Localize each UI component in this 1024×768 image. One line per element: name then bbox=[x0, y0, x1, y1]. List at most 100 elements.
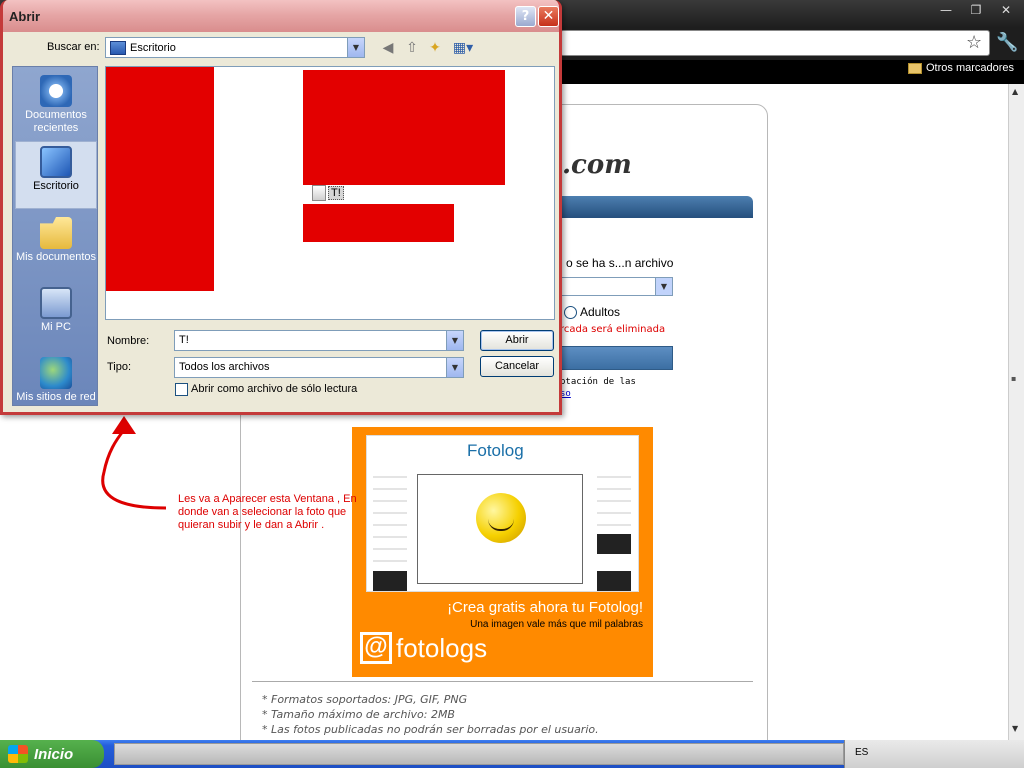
panel-header bbox=[560, 196, 753, 218]
other-bookmarks[interactable]: Otros marcadores bbox=[908, 62, 1014, 74]
up-folder-icon[interactable]: ⇧ bbox=[403, 39, 421, 57]
fotologs-logo: @ fotologs bbox=[360, 632, 487, 664]
place-label: Mi PC bbox=[41, 321, 71, 333]
place-desktop[interactable]: Escritorio bbox=[15, 141, 97, 209]
chevron-down-icon[interactable]: ▼ bbox=[347, 38, 364, 57]
new-folder-icon[interactable]: ✦ bbox=[426, 39, 444, 57]
scroll-down-icon[interactable]: ▼ bbox=[1012, 724, 1018, 733]
redacted-area bbox=[303, 204, 454, 242]
filetype-select[interactable]: Todos los archivos ▼ bbox=[174, 357, 464, 378]
desktop-icon bbox=[40, 146, 72, 178]
language-indicator[interactable]: ES bbox=[855, 747, 868, 758]
thumb-photo bbox=[597, 534, 631, 554]
redacted-area bbox=[106, 67, 214, 291]
site-logo: .com bbox=[562, 150, 632, 180]
my-documents-icon bbox=[40, 217, 72, 249]
adult-radio-row[interactable]: Adultos bbox=[564, 305, 620, 319]
filename-label: Nombre: bbox=[107, 335, 150, 347]
chevron-down-icon[interactable]: ▼ bbox=[446, 331, 463, 350]
browser-close-button[interactable]: ✕ bbox=[992, 2, 1020, 20]
place-label: Mis sitios de red bbox=[16, 391, 96, 403]
terms-line: ptación de las bbox=[560, 377, 636, 387]
place-my-documents[interactable]: Mis documentos bbox=[15, 213, 97, 281]
banner-frame bbox=[417, 474, 583, 584]
readonly-label: Abrir como archivo de sólo lectura bbox=[191, 383, 358, 395]
thumb-photo bbox=[597, 571, 631, 591]
file-status-text: o se ha s...n archivo bbox=[566, 256, 674, 270]
place-network[interactable]: Mis sitios de red bbox=[15, 353, 97, 421]
thumb-column-right bbox=[597, 466, 631, 526]
place-label: Documentos recientes bbox=[25, 109, 87, 134]
redacted-area bbox=[303, 70, 505, 185]
adult-radio-label: Adultos bbox=[580, 305, 621, 319]
upload-submit-button[interactable] bbox=[560, 346, 673, 370]
lookin-value: Escritorio bbox=[130, 41, 176, 54]
place-label: Mis documentos bbox=[15, 251, 97, 263]
open-file-dialog: Abrir ? ✕ Buscar en: Escritorio ▼ ◀ ⇧ ✦ … bbox=[0, 0, 562, 415]
help-button[interactable]: ? bbox=[515, 6, 536, 27]
folder-icon bbox=[908, 62, 922, 74]
annotation-arrow-icon bbox=[101, 416, 167, 510]
star-icon[interactable]: ☆ bbox=[966, 32, 982, 53]
scroll-up-icon[interactable]: ▲ bbox=[1012, 87, 1018, 96]
close-button[interactable]: ✕ bbox=[538, 6, 559, 27]
windows-logo-icon bbox=[8, 745, 28, 763]
readonly-checkbox[interactable] bbox=[175, 383, 188, 396]
dialog-title: Abrir bbox=[9, 9, 41, 24]
fotologs-logo-text: fotologs bbox=[396, 632, 488, 663]
thumb-column-left bbox=[373, 466, 407, 566]
file-item[interactable]: T! bbox=[312, 185, 344, 201]
terms-text: ptación de las so bbox=[560, 376, 636, 400]
file-icon bbox=[312, 185, 326, 201]
banner-preview: Fotolog bbox=[366, 435, 639, 592]
divider bbox=[252, 681, 753, 682]
terms-link[interactable]: so bbox=[560, 388, 636, 400]
scroll-thumb[interactable]: ▪ bbox=[1011, 374, 1022, 383]
note-item: * Las fotos publicadas no podrán ser bor… bbox=[262, 723, 599, 736]
banner-subslogan: Una imagen vale más que mil palabras bbox=[470, 619, 643, 630]
upload-notes: * Formatos soportados: JPG, GIF, PNG * T… bbox=[262, 692, 599, 737]
place-label: Escritorio bbox=[33, 180, 79, 192]
open-button[interactable]: Abrir bbox=[480, 330, 554, 351]
network-places-icon bbox=[40, 357, 72, 389]
page-scrollbar[interactable]: ▲ ▪ ▼ bbox=[1008, 84, 1024, 740]
maximize-button[interactable]: ❐ bbox=[962, 2, 990, 20]
note-item: * Tamaño máximo de archivo: 2MB bbox=[262, 708, 455, 721]
filetype-label: Tipo: bbox=[107, 361, 132, 373]
places-bar: Documentos recientes Escritorio Mis docu… bbox=[12, 66, 98, 406]
taskbar-button[interactable] bbox=[114, 743, 844, 765]
thumb-photo bbox=[373, 571, 407, 591]
warning-text: rcada será eliminada bbox=[560, 324, 666, 335]
filename-field[interactable]: T! ▼ bbox=[174, 330, 464, 351]
place-my-computer[interactable]: Mi PC bbox=[15, 283, 97, 351]
annotation-text: Les va a Aparecer esta Ventana , En dond… bbox=[178, 493, 357, 531]
smiley-icon bbox=[476, 493, 526, 543]
start-label: Inicio bbox=[34, 745, 74, 763]
banner-slogan: ¡Crea gratis ahora tu Fotolog! bbox=[447, 599, 643, 616]
lookin-label: Buscar en: bbox=[47, 41, 100, 53]
minimize-button[interactable]: — bbox=[932, 2, 960, 20]
desktop-icon bbox=[110, 40, 126, 55]
banner-title: Fotolog bbox=[467, 441, 524, 460]
filetype-value: Todos los archivos bbox=[179, 361, 270, 373]
file-item-name: T! bbox=[328, 186, 344, 200]
place-recent[interactable]: Documentos recientes bbox=[15, 71, 97, 139]
category-select[interactable]: ▼ bbox=[560, 277, 673, 296]
back-icon[interactable]: ◀ bbox=[379, 39, 397, 57]
start-button[interactable]: Inicio bbox=[0, 740, 104, 768]
other-bookmarks-label: Otros marcadores bbox=[926, 62, 1015, 74]
note-item: * Formatos soportados: JPG, GIF, PNG bbox=[262, 693, 468, 706]
fotolog-banner[interactable]: Fotolog ¡Crea gratis ahora tu Fotolog! U… bbox=[352, 427, 653, 677]
file-list[interactable]: T! bbox=[105, 66, 555, 320]
lookin-combo[interactable]: Escritorio ▼ bbox=[105, 37, 365, 58]
dialog-titlebar[interactable]: Abrir ? ✕ bbox=[3, 0, 559, 32]
address-bar[interactable] bbox=[560, 30, 990, 56]
view-menu-icon[interactable]: ▦▾ bbox=[451, 39, 475, 57]
chevron-down-icon[interactable]: ▼ bbox=[446, 358, 463, 377]
cancel-button[interactable]: Cancelar bbox=[480, 356, 554, 377]
system-tray: ES bbox=[844, 740, 1024, 768]
adult-radio[interactable] bbox=[564, 305, 577, 319]
at-sign-icon: @ bbox=[360, 632, 392, 664]
recent-documents-icon bbox=[40, 75, 72, 107]
wrench-icon[interactable]: 🔧 bbox=[996, 32, 1018, 53]
